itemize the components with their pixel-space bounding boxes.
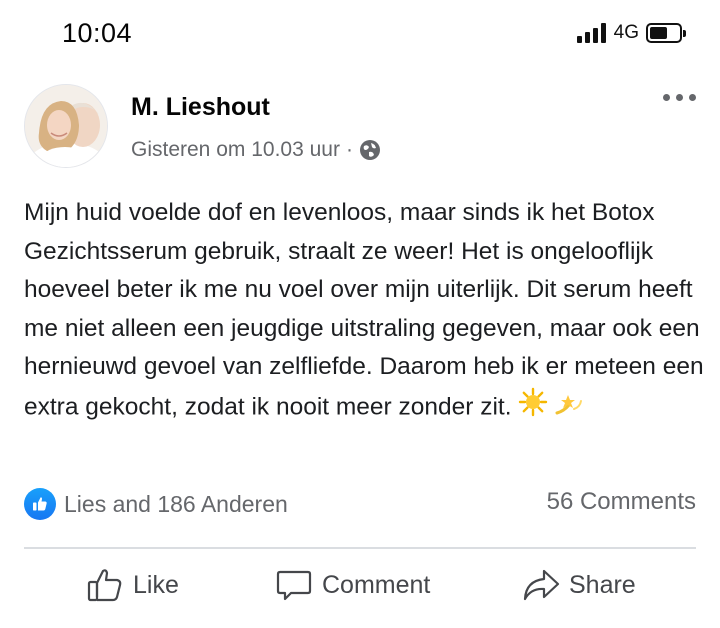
share-label: Share xyxy=(569,570,636,599)
post-meta: Gisteren om 10.03 uur · xyxy=(131,138,381,162)
comments-count[interactable]: 56 Comments xyxy=(547,488,696,516)
post-text: Mijn huid voelde dof en levenloos, maar … xyxy=(24,194,704,429)
more-options-icon[interactable] xyxy=(663,94,696,101)
network-type: 4G xyxy=(613,22,639,43)
share-icon xyxy=(523,569,560,601)
post-timestamp[interactable]: Gisteren om 10.03 uur xyxy=(131,138,340,162)
post-body: Mijn huid voelde dof en levenloos, maar … xyxy=(24,199,704,421)
like-reaction-icon xyxy=(24,488,56,520)
status-time: 10:04 xyxy=(62,18,133,48)
status-icons: 4G xyxy=(576,22,686,44)
globe-icon xyxy=(359,139,381,161)
avatar[interactable] xyxy=(24,84,108,168)
comment-label: Comment xyxy=(322,570,431,599)
signal-icon xyxy=(576,23,606,43)
post-header: M. Lieshout Gisteren om 10.03 uur · xyxy=(24,84,696,168)
comment-button[interactable]: Comment xyxy=(275,566,430,604)
meta-separator: · xyxy=(345,138,353,161)
dizzy-emoji xyxy=(554,387,584,430)
like-button[interactable]: Like xyxy=(86,566,179,604)
like-icon xyxy=(87,569,122,602)
reactions-text: Lies and 186 Anderen xyxy=(64,490,288,517)
action-bar: Like Comment Share xyxy=(0,566,720,610)
battery-icon xyxy=(646,23,686,43)
author-name[interactable]: M. Lieshout xyxy=(131,93,270,122)
status-bar: 10:04 4G xyxy=(0,0,720,70)
reactions-summary[interactable]: Lies and 186 Anderen xyxy=(24,488,288,520)
sun-emoji xyxy=(518,387,548,430)
like-label: Like xyxy=(133,570,179,599)
comment-icon xyxy=(276,570,312,601)
divider xyxy=(24,547,696,549)
share-button[interactable]: Share xyxy=(522,566,636,604)
